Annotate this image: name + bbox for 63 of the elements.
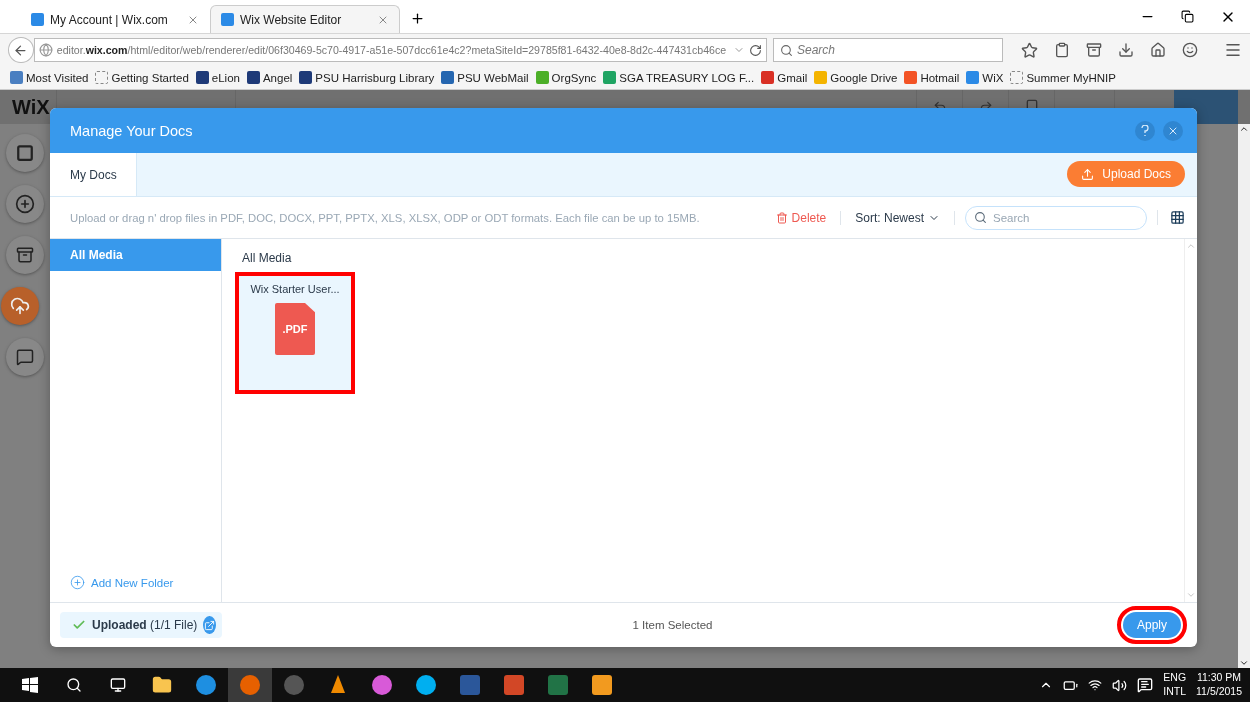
- bookmark-link[interactable]: OrgSync: [535, 71, 597, 84]
- open-button[interactable]: [203, 616, 216, 634]
- scroll-down-icon[interactable]: [1239, 658, 1249, 668]
- external-link-icon: [204, 619, 216, 631]
- wix-favicon-icon: [31, 13, 44, 26]
- browser-tab[interactable]: Wix Website Editor: [210, 5, 400, 33]
- back-button[interactable]: [8, 37, 34, 63]
- upload-icon: [1081, 167, 1095, 181]
- bookmark-link[interactable]: SGA TREASURY LOG F...: [603, 71, 755, 84]
- bookmark-link[interactable]: PSU WebMail: [441, 71, 529, 84]
- delete-button[interactable]: Delete: [775, 210, 842, 225]
- chat-icon[interactable]: [6, 338, 44, 376]
- bookmark-link[interactable]: Google Drive: [814, 71, 898, 84]
- scrollbar[interactable]: [1238, 124, 1250, 668]
- smiley-icon[interactable]: [1182, 42, 1198, 58]
- download-icon[interactable]: [1118, 42, 1134, 58]
- bookmark-link[interactable]: Hotmail: [904, 71, 960, 84]
- bookmark-link[interactable]: Most Visited: [10, 71, 89, 84]
- restore-icon[interactable]: [1181, 8, 1194, 25]
- question-mark-icon: [1141, 125, 1149, 136]
- help-button[interactable]: [1135, 120, 1155, 141]
- section-title: All Media: [242, 251, 293, 265]
- search-icon: [974, 211, 987, 224]
- pdf-file-icon: .PDF: [275, 303, 315, 355]
- clipboard-icon[interactable]: [1054, 42, 1070, 58]
- bookmark-link[interactable]: WiX: [966, 71, 1004, 84]
- reload-icon[interactable]: [749, 43, 762, 57]
- cloud-upload-icon[interactable]: [1, 287, 39, 325]
- editor-logo: WiX: [11, 95, 51, 119]
- bookmark-link[interactable]: Gmail: [761, 71, 808, 84]
- close-button[interactable]: [1163, 120, 1183, 141]
- upload-status-text: Uploaded (1/1 File): [92, 618, 198, 632]
- bookmark-link[interactable]: eLion: [195, 71, 240, 84]
- new-tab-icon[interactable]: [410, 11, 425, 26]
- wifi-icon[interactable]: [1088, 678, 1103, 692]
- language-indicator[interactable]: ENG INTL: [1163, 671, 1187, 699]
- wix-favicon-icon: [221, 13, 234, 26]
- clock[interactable]: 11:30 PM 11/5/2015: [1196, 671, 1242, 699]
- home-icon[interactable]: [1150, 42, 1166, 58]
- scroll-up-icon[interactable]: [1239, 124, 1249, 134]
- notification-icon[interactable]: [1137, 677, 1154, 693]
- menu-icon[interactable]: [1224, 41, 1242, 59]
- sort-dropdown[interactable]: Sort: Newest: [841, 210, 955, 225]
- star-icon[interactable]: [1021, 41, 1038, 59]
- upload-hint: Upload or drag n' drop files in PDF, DOC, DOCX, PPT, PPTX, XLS, XLSX, ODP or ODT formats. Each file can be up to 15MB.: [70, 211, 701, 224]
- add-icon[interactable]: [6, 185, 44, 223]
- add-icon: [70, 575, 85, 590]
- file-card[interactable]: Wix Starter User... .PDF: [238, 275, 352, 391]
- bookmark-link[interactable]: Summer MyHNIP: [1010, 71, 1116, 84]
- dialog-title: Manage Your Docs: [70, 122, 194, 139]
- search-icon: [780, 43, 793, 57]
- volume-icon[interactable]: [1112, 677, 1128, 693]
- search-field[interactable]: Search: [773, 38, 1003, 62]
- dialog-tab[interactable]: My Docs: [50, 153, 137, 196]
- check-icon: [72, 618, 86, 632]
- bookmark-link[interactable]: PSU Harrisburg Library: [299, 71, 435, 84]
- bookmark-link[interactable]: Getting Started: [95, 71, 189, 84]
- address-field[interactable]: editor.wix.com/html/editor/web/renderer/edit/06f30469-5c70-4917-a51e-507dcc61e4c2?metaSiteId=29785f81-6432-40e8-8d2c-447431cb46ce: [33, 38, 767, 62]
- bookmark-link[interactable]: Angel: [246, 71, 293, 84]
- selection-count: 1 Item Selected: [631, 619, 714, 631]
- grid-view-icon[interactable]: [1157, 210, 1185, 225]
- globe-icon: [38, 43, 53, 57]
- trash-icon: [775, 211, 788, 224]
